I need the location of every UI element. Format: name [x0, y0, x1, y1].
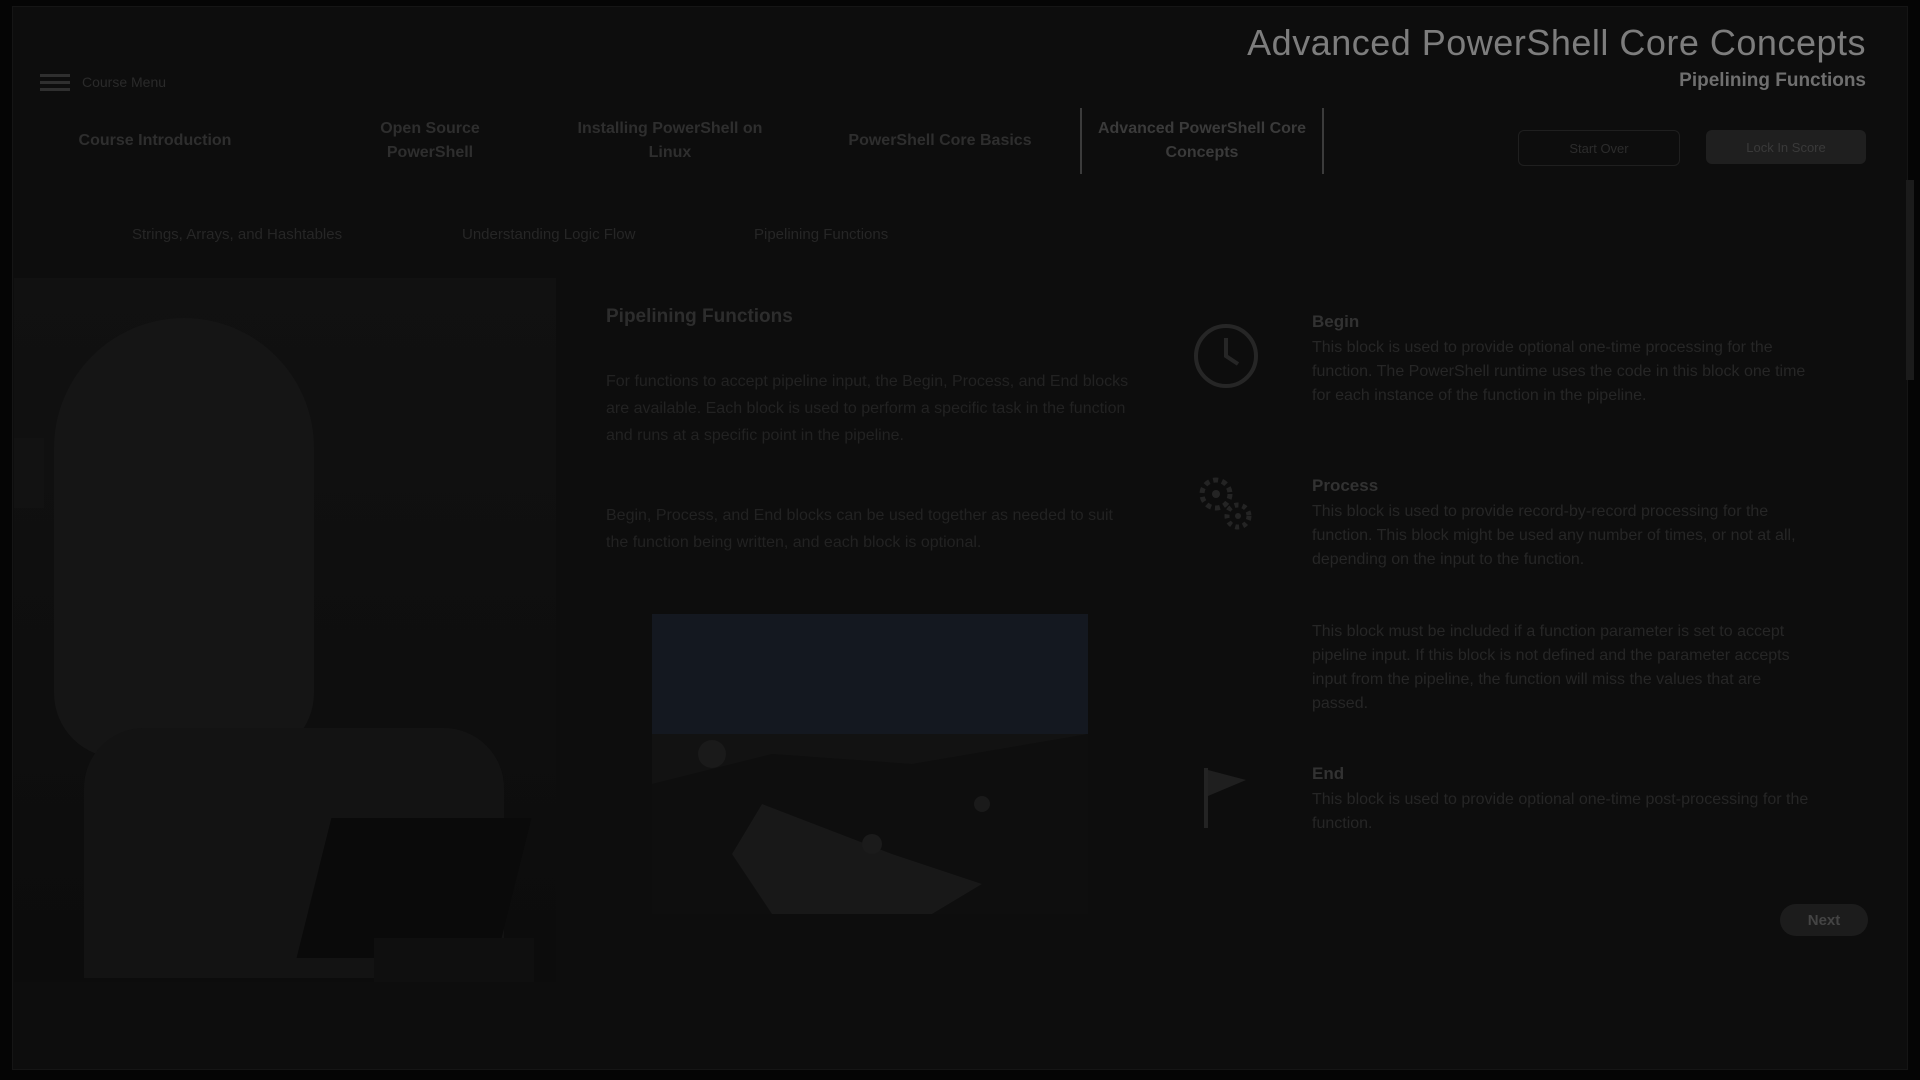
step-begin-text: This block is used to provide optional o… — [1312, 339, 1806, 404]
subtab-understanding-logic-flow[interactable]: Understanding Logic Flow — [462, 226, 635, 243]
clock-icon — [1186, 316, 1266, 396]
lock-in-score-button[interactable]: Lock In Score — [1706, 130, 1866, 164]
course-subtitle: Pipelining Functions — [1679, 70, 1866, 91]
scrollbar-track[interactable] — [1906, 180, 1914, 380]
step-end-text: This block is used to provide optional o… — [1312, 791, 1809, 832]
tab-advanced-powershell-core-concepts[interactable]: Advanced PowerShell Core Concepts — [1080, 108, 1324, 174]
next-button[interactable]: Next — [1780, 904, 1868, 936]
step-process-title: Process — [1312, 476, 1379, 495]
start-over-button[interactable]: Start Over — [1518, 130, 1680, 166]
step-end-title: End — [1312, 764, 1345, 783]
course-tabs: Course Introduction Open Source PowerShe… — [40, 108, 1340, 178]
intro-paragraph: For functions to accept pipeline input, … — [606, 373, 1129, 444]
tab-installing-powershell-linux[interactable]: Installing PowerShell on Linux — [570, 108, 770, 174]
gears-icon — [1186, 460, 1266, 540]
flag-icon — [1186, 756, 1266, 836]
pipeline-illustration — [652, 614, 1088, 914]
step-process-text: This block is used to provide record-by-… — [1312, 503, 1796, 568]
tab-course-introduction[interactable]: Course Introduction — [40, 108, 270, 174]
menu-label: Course Menu — [82, 74, 167, 90]
step-process-text-2: This block must be included if a functio… — [1312, 623, 1790, 712]
menu-button[interactable]: Course Menu — [40, 74, 167, 91]
tab-open-source-powershell[interactable]: Open Source PowerShell — [340, 108, 520, 174]
step-begin-title: Begin — [1312, 312, 1360, 331]
hamburger-icon — [40, 74, 70, 91]
subtab-pipelining-functions[interactable]: Pipelining Functions — [754, 226, 888, 243]
tab-powershell-core-basics[interactable]: PowerShell Core Basics — [820, 108, 1060, 174]
blocks-paragraph: Begin, Process, and End blocks can be us… — [606, 507, 1113, 551]
content-title: Pipelining Functions — [606, 306, 793, 327]
subtab-strings-arrays-hashtables[interactable]: Strings, Arrays, and Hashtables — [132, 226, 342, 243]
course-title: Advanced PowerShell Core Concepts — [1247, 22, 1866, 63]
person-photo — [14, 278, 556, 982]
